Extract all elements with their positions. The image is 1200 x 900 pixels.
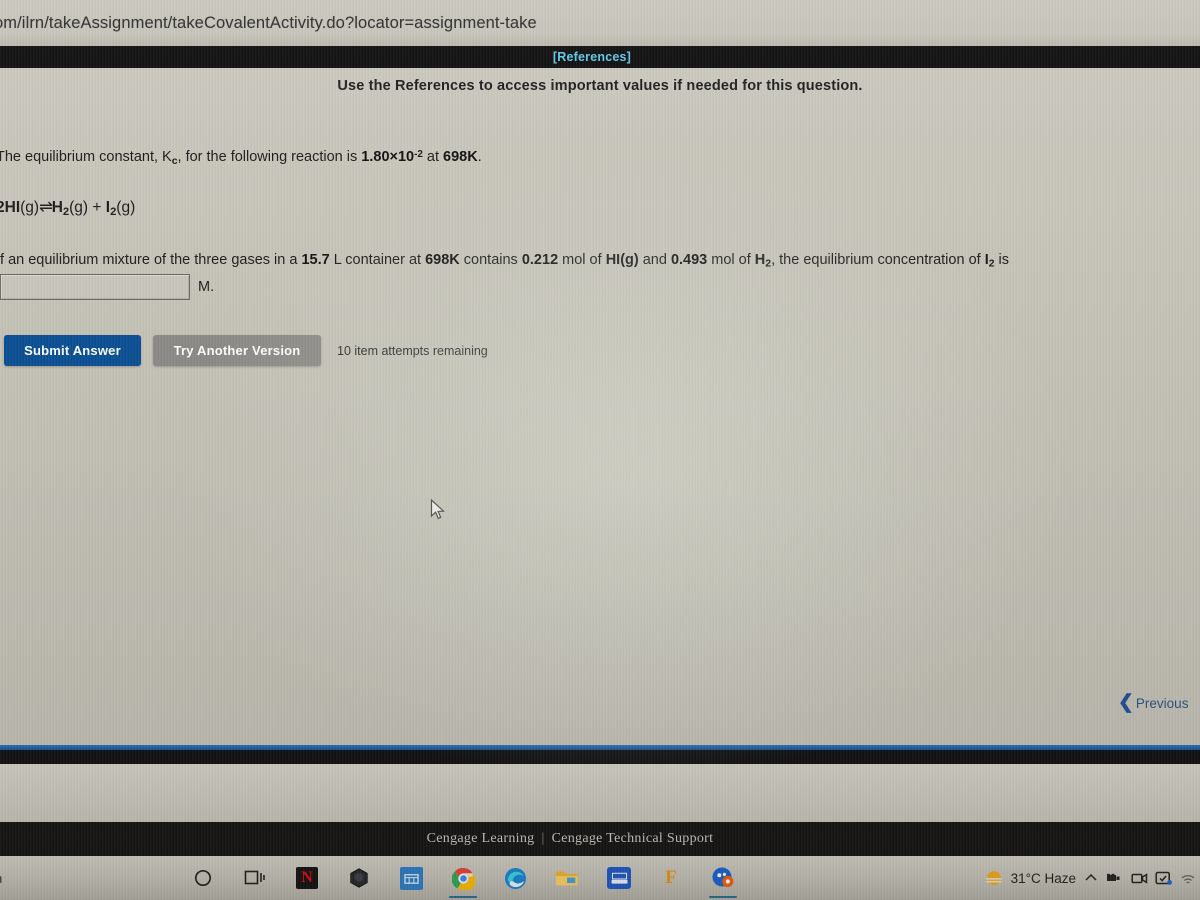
mix-p3: contains [459, 252, 522, 268]
search-icon[interactable] [177, 856, 229, 900]
action-button-row: Submit Answer Try Another Version 10 ite… [4, 335, 488, 366]
onedrive-sync-icon[interactable] [1155, 870, 1173, 886]
mix-mol-hi: 0.212 [521, 252, 559, 268]
kc-temperature: 698K [443, 149, 478, 166]
eqn-reactant-state: (g) [20, 199, 40, 216]
assignment-page: Use the References to access important v… [0, 68, 1200, 745]
previous-link[interactable]: ❮ Previous [1118, 692, 1189, 713]
chevron-left-icon: ❮ [1118, 692, 1134, 713]
eqn-product1: H [51, 199, 63, 216]
url-text[interactable]: om/ilrn/takeAssignment/takeCovalentActiv… [0, 14, 537, 33]
footer-separator: | [541, 831, 545, 846]
unit-label: M. [198, 279, 215, 295]
kc-suffix: at [422, 149, 444, 166]
kc-prefix: The equilibrium constant, K [0, 149, 172, 166]
windows-taskbar: h N [0, 856, 1200, 900]
system-tray: 31°C Haze [984, 868, 1200, 888]
mix-mol-h2: 0.493 [670, 252, 708, 268]
netflix-icon[interactable]: N [281, 856, 333, 900]
footer-support-link[interactable]: Cengage Technical Support [552, 831, 714, 846]
screen-photo: om/ilrn/takeAssignment/takeCovalentActiv… [0, 0, 1200, 900]
taskbar-icon-strip: N F [177, 856, 749, 900]
sun-haze-icon [985, 871, 1002, 885]
f-app-icon[interactable]: F [645, 856, 697, 900]
weather-text: 31°C Haze [1010, 870, 1076, 886]
mix-p6: mol of [707, 252, 755, 268]
equilibrium-constant-sentence: The equilibrium constant, Kc, for the fo… [0, 148, 1196, 169]
eqn-plus: + [88, 199, 106, 216]
mix-p5: and [638, 252, 671, 268]
kc-exponent: -2 [414, 149, 423, 160]
instruction-text: Use the References to access important v… [337, 78, 863, 94]
eqn-reactant: HI [4, 199, 21, 216]
page-bottom-gap [0, 764, 1200, 822]
submit-answer-button[interactable]: Submit Answer [4, 335, 141, 366]
mix-p8: is [994, 252, 1010, 268]
previous-label: Previous [1135, 696, 1189, 711]
kc-middle: , for the following reaction is [177, 149, 362, 166]
chemical-equation: 2HI(g)⇌H2(g) + I2(g) [0, 197, 1196, 220]
attempts-remaining-text: 10 item attempts remaining [337, 343, 488, 358]
edge-icon[interactable] [489, 856, 541, 900]
task-view-icon[interactable] [229, 856, 281, 900]
references-bar: [References] [0, 46, 1200, 68]
eqn-product1-state: (g) [69, 199, 89, 216]
references-link[interactable]: [References] [553, 50, 631, 64]
answer-row: M. [0, 274, 214, 300]
hexagon-app-icon[interactable] [333, 856, 385, 900]
camera-icon[interactable] [1131, 871, 1148, 886]
footer-brand-link[interactable]: Cengage Learning [427, 831, 535, 846]
mix-volume: 15.7 [301, 252, 330, 268]
wifi-icon[interactable] [1180, 871, 1196, 886]
equilibrium-arrow-icon: ⇌ [39, 198, 53, 216]
answer-input[interactable] [0, 274, 190, 300]
try-another-version-button[interactable]: Try Another Version [153, 335, 321, 366]
mix-p2: L container at [329, 252, 426, 268]
mix-temperature: 698K [425, 252, 460, 268]
kc-value: 1.80×10 [361, 149, 415, 166]
blue-app-icon[interactable] [385, 856, 437, 900]
mix-p7: , the equilibrium concentration of [771, 252, 985, 268]
office-app-icon[interactable] [593, 856, 645, 900]
kc-period: . [477, 149, 482, 166]
eqn-product2-state: (g) [116, 199, 136, 216]
mix-species-hi: HI(g) [605, 252, 639, 268]
mixture-sentence: If an equilibrium mixture of the three g… [0, 251, 1196, 272]
mouse-cursor-icon [430, 499, 445, 520]
mix-species-h2: H [754, 252, 766, 268]
weather-widget[interactable]: 31°C Haze [984, 868, 1076, 888]
file-explorer-icon[interactable] [541, 856, 593, 900]
mix-p1: If an equilibrium mixture of the three g… [0, 252, 302, 268]
taskbar-search-text[interactable]: h [0, 871, 177, 886]
mix-p4: mol of [558, 252, 606, 268]
footer-text: Cengage Learning | Cengage Technical Suppo… [427, 831, 714, 847]
chevron-up-icon[interactable] [1083, 870, 1099, 886]
network-icon[interactable] [1106, 870, 1124, 886]
browser-app-icon[interactable] [697, 856, 749, 900]
page-footer: Cengage Learning | Cengage Technical Suppo… [0, 822, 1200, 856]
chrome-icon[interactable] [437, 856, 489, 900]
browser-url-bar[interactable]: om/ilrn/takeAssignment/takeCovalentActiv… [0, 0, 1200, 46]
dark-strip [0, 750, 1200, 764]
